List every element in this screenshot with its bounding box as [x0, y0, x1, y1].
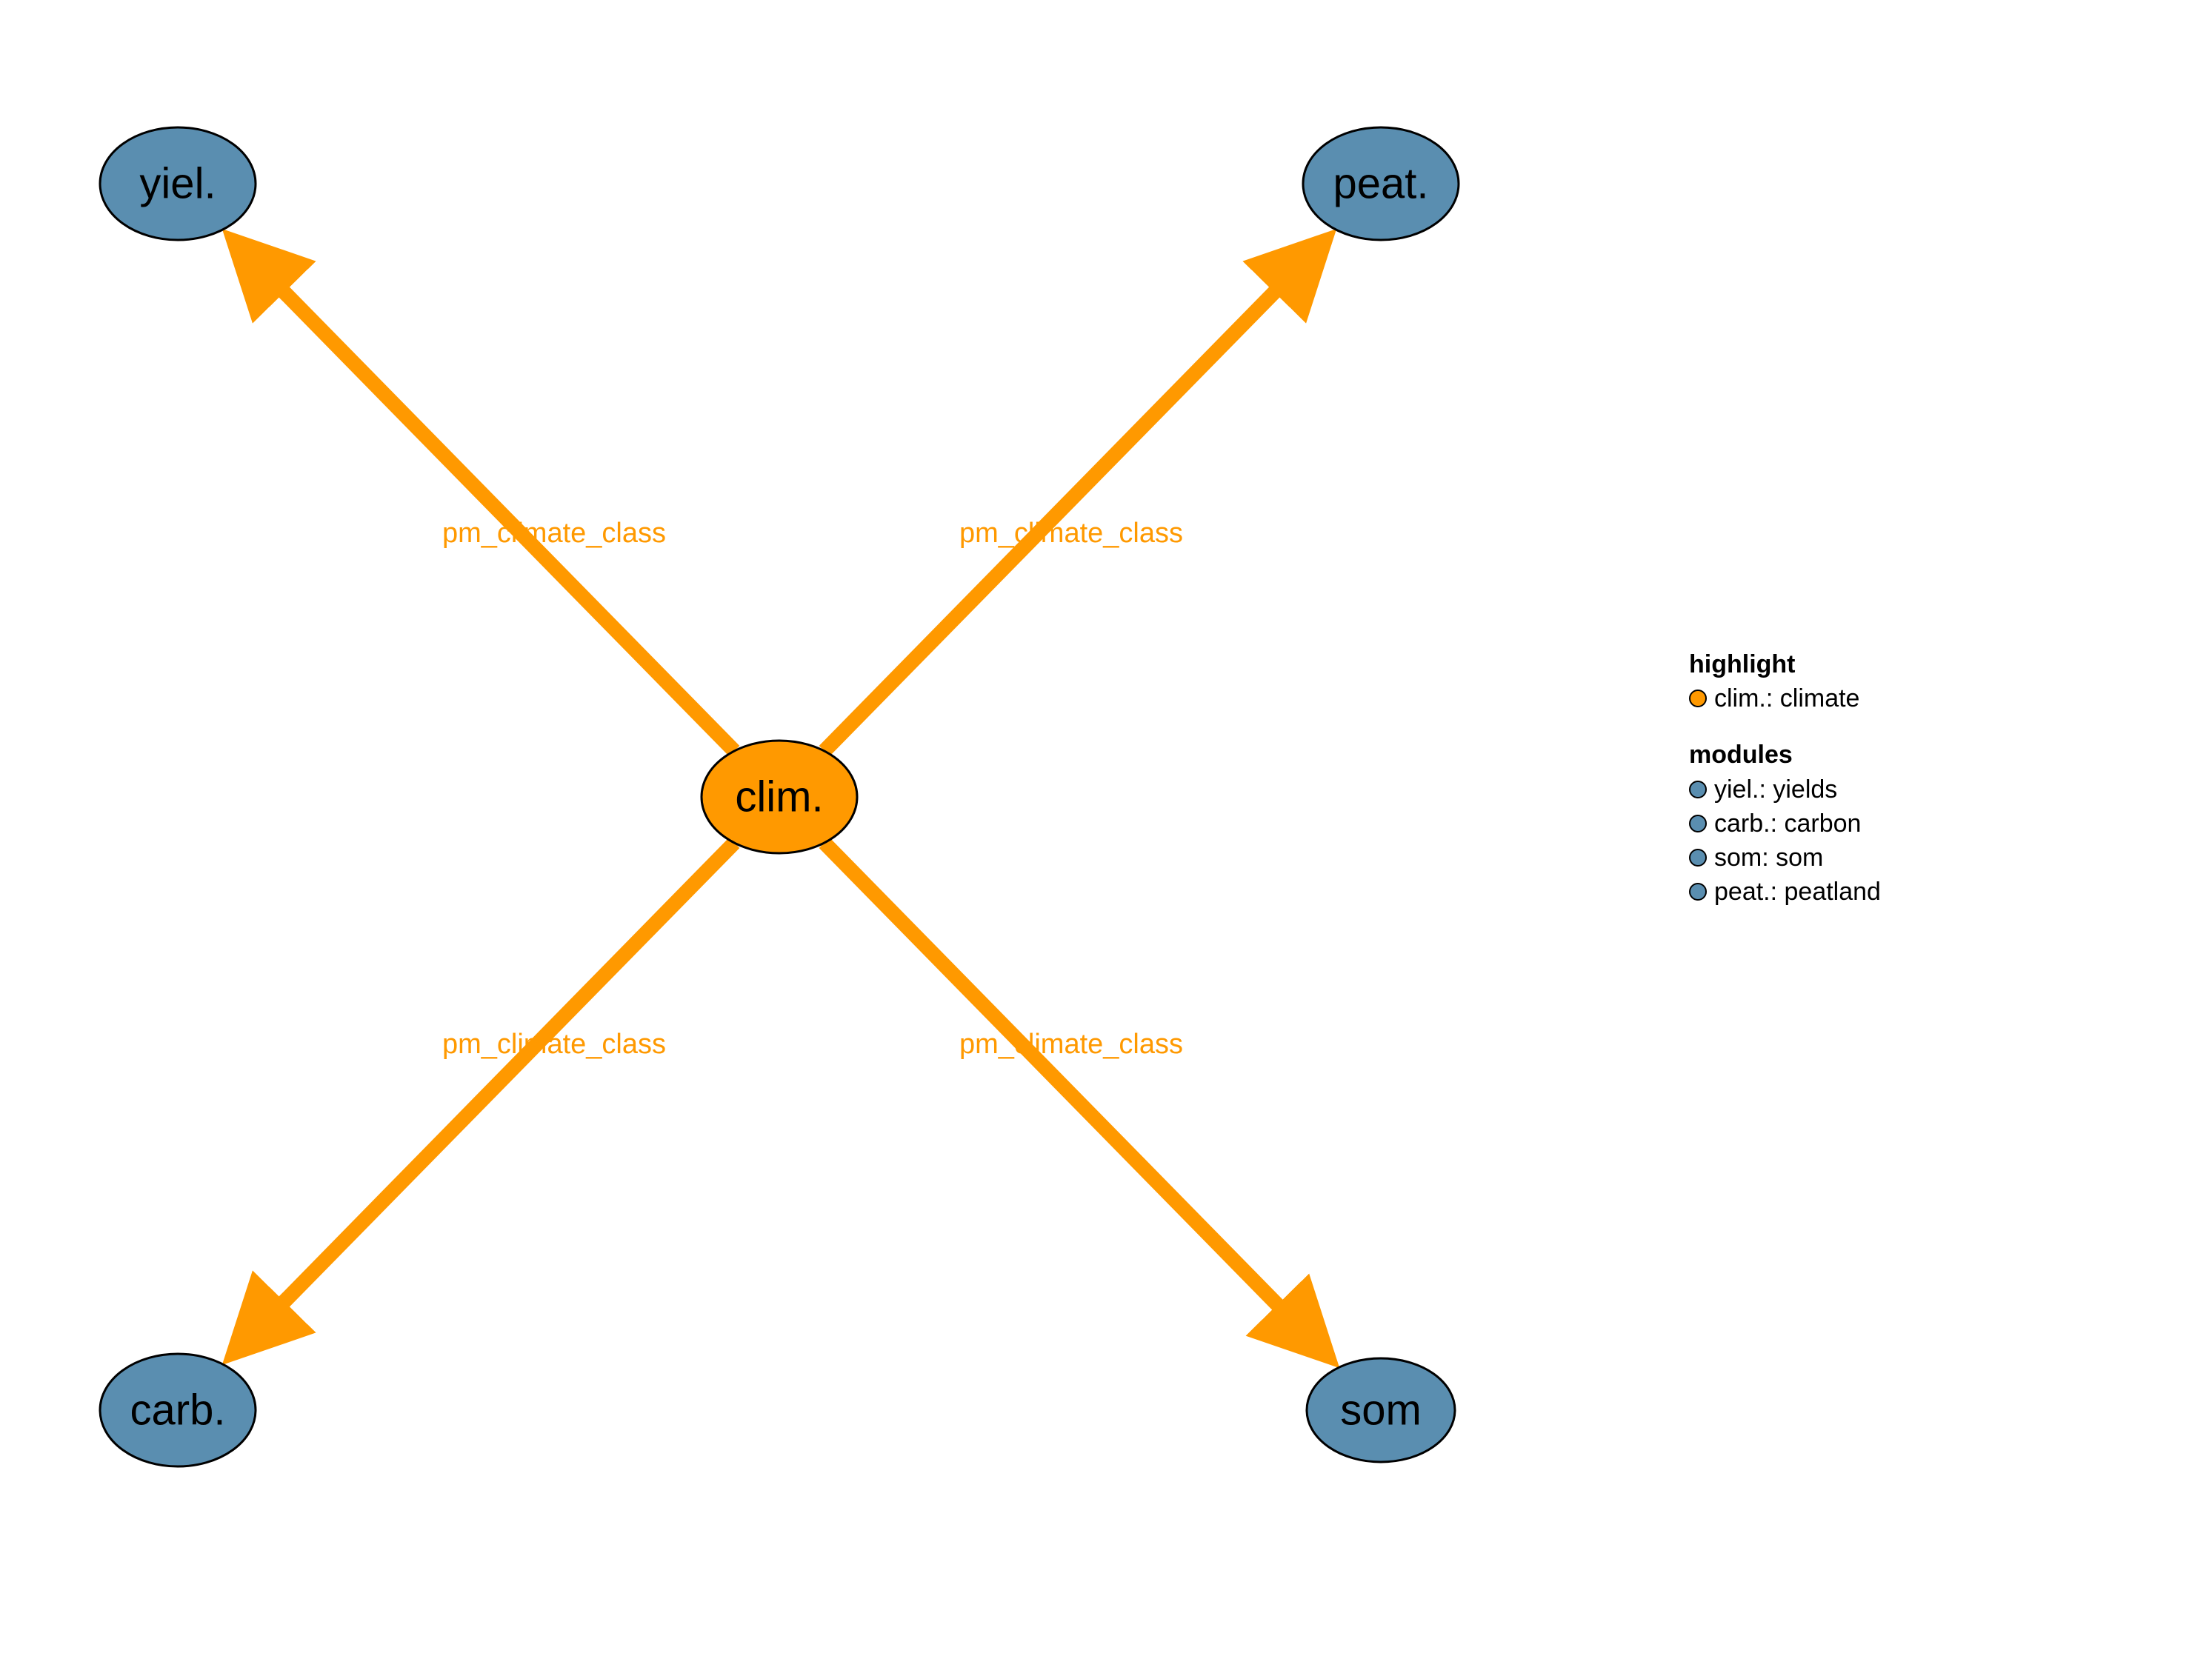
legend-highlight-title: highlight	[1689, 648, 1881, 681]
legend-item-label: peat.: peatland	[1714, 875, 1881, 908]
edge-center-tr	[824, 239, 1326, 751]
node-label-br: som	[1340, 1386, 1422, 1435]
edge-label: pm_climate_class	[959, 518, 1183, 549]
legend-dot-icon	[1689, 781, 1707, 798]
legend-module-item: som: som	[1689, 841, 1881, 874]
legend-dot-icon	[1689, 849, 1707, 867]
diagram-canvas: clim. yiel. peat. carb. som pm_climate_class…	[0, 0, 2212, 1659]
edge-center-bl	[233, 843, 734, 1355]
legend-dot-icon	[1689, 883, 1707, 901]
legend-dot-icon	[1689, 815, 1707, 832]
edge-center-br	[824, 843, 1330, 1358]
node-label-tl: yiel.	[139, 160, 216, 208]
edge-center-tl	[233, 239, 734, 751]
legend-item-label: carb.: carbon	[1714, 807, 1861, 840]
legend-modules-title: modules	[1689, 738, 1881, 771]
legend-item-label: som: som	[1714, 841, 1823, 874]
node-label-center: clim.	[735, 773, 823, 821]
legend-highlight-item: clim.: climate	[1689, 682, 1881, 715]
node-label-tr: peat.	[1333, 160, 1429, 208]
edge-label: pm_climate_class	[442, 518, 666, 549]
legend-module-item: carb.: carbon	[1689, 807, 1881, 840]
legend-module-item: yiel.: yields	[1689, 773, 1881, 806]
legend-dot-icon	[1689, 690, 1707, 707]
node-label-bl: carb.	[130, 1386, 226, 1435]
legend: highlight clim.: climate modules yiel.: …	[1689, 648, 1881, 909]
legend-module-item: peat.: peatland	[1689, 875, 1881, 908]
legend-item-label: yiel.: yields	[1714, 773, 1837, 806]
edge-label: pm_climate_class	[442, 1029, 666, 1060]
edge-label: pm_climate_class	[959, 1029, 1183, 1060]
legend-item-label: clim.: climate	[1714, 682, 1859, 715]
